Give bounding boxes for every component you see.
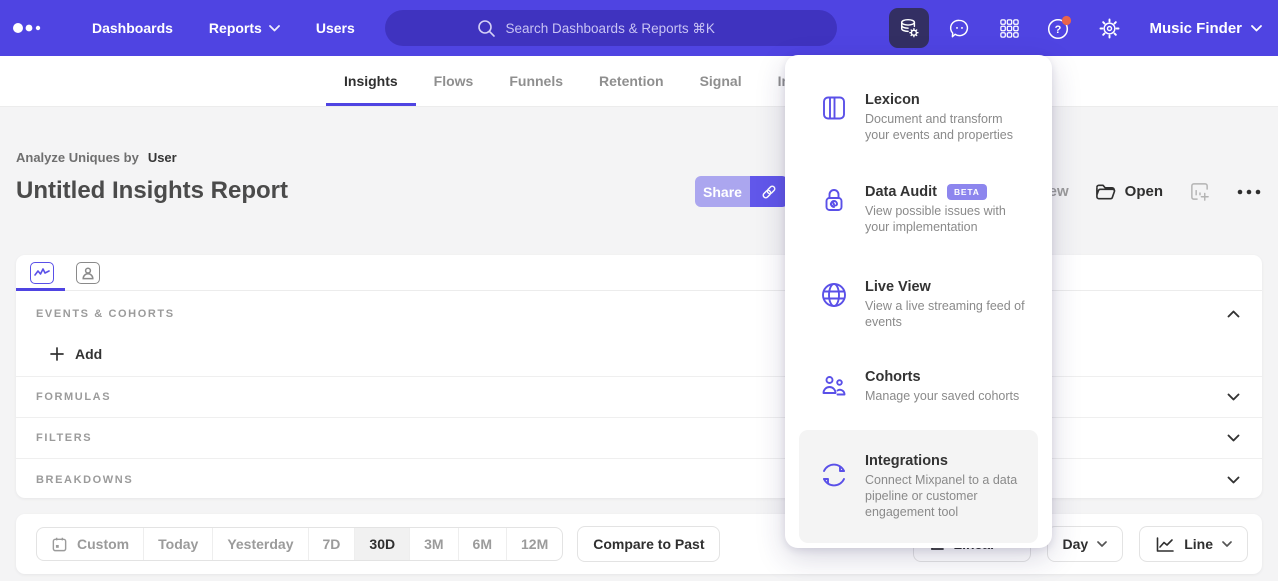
interval-dropdown[interactable]: Day	[1047, 526, 1124, 562]
data-management-button[interactable]	[889, 8, 929, 48]
top-nav: Dashboards Reports Users	[0, 0, 1278, 56]
query-builder-card: EVENTS & COHORTS Add FORMULAS FILTERS BR…	[16, 255, 1262, 498]
chart-icon	[34, 267, 50, 279]
report-title[interactable]: Untitled Insights Report	[16, 177, 288, 205]
menu-item-lexicon[interactable]: Lexicon Document and transform your even…	[799, 81, 1038, 155]
data-management-menu: Lexicon Document and transform your even…	[785, 55, 1052, 548]
help-button[interactable]: ?	[1039, 8, 1079, 48]
events-add-row: Add	[16, 331, 1262, 377]
integrations-icon	[820, 461, 848, 489]
folder-icon	[1095, 182, 1116, 201]
database-gear-icon	[898, 17, 921, 40]
chevron-down-icon	[1227, 476, 1240, 484]
share-split-button: Share	[695, 176, 788, 207]
svg-text:?: ?	[1055, 24, 1062, 36]
report-tabbar: Insights Flows Funnels Retention Signal …	[0, 56, 1278, 107]
beta-badge: BETA	[947, 184, 987, 200]
chevron-down-icon	[1097, 541, 1107, 547]
chevron-down-icon	[269, 25, 280, 32]
range-7d[interactable]: 7D	[309, 528, 356, 560]
more-options-button[interactable]	[1236, 188, 1262, 196]
line-chart-icon	[1155, 536, 1175, 553]
range-12m[interactable]: 12M	[507, 528, 562, 560]
nav-item-reports[interactable]: Reports	[209, 20, 280, 36]
chart-add-icon	[1189, 181, 1210, 202]
range-6m[interactable]: 6M	[459, 528, 507, 560]
tab-retention[interactable]: Retention	[581, 56, 682, 106]
compare-to-past-button[interactable]: Compare to Past	[577, 526, 720, 562]
range-30d[interactable]: 30D	[355, 528, 410, 560]
section-formulas[interactable]: FORMULAS	[16, 377, 1262, 418]
chevron-down-icon	[1227, 393, 1240, 401]
menu-item-live-view[interactable]: Live View View a live streaming feed of …	[799, 268, 1038, 342]
chevron-up-icon	[1227, 310, 1240, 318]
help-icon: ?	[1046, 15, 1072, 41]
search-icon	[477, 19, 496, 38]
range-3m[interactable]: 3M	[410, 528, 458, 560]
mixpanel-logo[interactable]	[0, 21, 60, 35]
lexicon-icon	[820, 94, 848, 122]
search-input[interactable]	[506, 21, 746, 36]
profiles-view-tab[interactable]	[76, 262, 100, 284]
builder-view-tabs	[16, 255, 1262, 291]
chevron-down-icon	[1227, 434, 1240, 442]
plus-icon	[50, 347, 64, 361]
range-custom[interactable]: Custom	[37, 528, 144, 560]
analyze-uniques-label: Analyze Uniques byUser	[16, 150, 177, 165]
menu-item-data-audit[interactable]: Data Audit BETA View possible issues wit…	[799, 173, 1038, 247]
link-icon	[759, 182, 779, 202]
nav-item-users[interactable]: Users	[316, 20, 355, 36]
grid-icon	[998, 17, 1021, 40]
open-report-button[interactable]: Open	[1095, 182, 1163, 201]
cohorts-icon	[820, 371, 848, 399]
chat-bubble-icon	[948, 17, 971, 40]
tab-funnels[interactable]: Funnels	[491, 56, 581, 106]
chevron-down-icon	[1251, 25, 1262, 32]
add-event-button[interactable]: Add	[50, 346, 102, 362]
range-today[interactable]: Today	[144, 528, 213, 560]
section-filters[interactable]: FILTERS	[16, 418, 1262, 459]
apps-grid-button[interactable]	[989, 8, 1029, 48]
chart-toolbar: Custom Today Yesterday 7D 30D 3M 6M 12M …	[16, 514, 1262, 574]
date-range-picker: Custom Today Yesterday 7D 30D 3M 6M 12M	[36, 527, 563, 561]
person-icon	[81, 266, 95, 280]
menu-item-cohorts[interactable]: Cohorts Manage your saved cohorts	[799, 358, 1038, 416]
tab-insights[interactable]: Insights	[326, 56, 416, 106]
notification-dot	[1062, 16, 1071, 25]
metrics-view-tab[interactable]	[30, 262, 54, 284]
add-to-dashboard-button[interactable]	[1189, 181, 1210, 202]
settings-button[interactable]	[1089, 8, 1129, 48]
tab-flows[interactable]: Flows	[416, 56, 492, 106]
project-name: Music Finder	[1149, 20, 1242, 37]
tab-signal[interactable]: Signal	[682, 56, 760, 106]
section-breakdowns[interactable]: BREAKDOWNS	[16, 459, 1262, 500]
feedback-button[interactable]	[939, 8, 979, 48]
section-events-cohorts[interactable]: EVENTS & COHORTS	[16, 297, 1262, 331]
range-yesterday[interactable]: Yesterday	[213, 528, 308, 560]
analyze-entity[interactable]: User	[148, 150, 177, 165]
data-audit-icon	[820, 186, 848, 214]
live-view-icon	[820, 281, 848, 309]
copy-link-button[interactable]	[750, 176, 788, 207]
gear-icon	[1098, 17, 1121, 40]
chart-type-dropdown[interactable]: Line	[1139, 526, 1248, 562]
share-button[interactable]: Share	[695, 176, 750, 207]
chevron-down-icon	[1222, 541, 1232, 547]
calendar-icon	[51, 536, 68, 553]
more-dots-icon	[1236, 188, 1262, 196]
menu-item-integrations[interactable]: Integrations Connect Mixpanel to a data …	[799, 430, 1038, 543]
header-actions: New Open	[1038, 176, 1262, 207]
project-selector[interactable]: Music Finder	[1149, 20, 1262, 37]
nav-item-dashboards[interactable]: Dashboards	[92, 20, 173, 36]
global-search[interactable]	[385, 10, 837, 46]
